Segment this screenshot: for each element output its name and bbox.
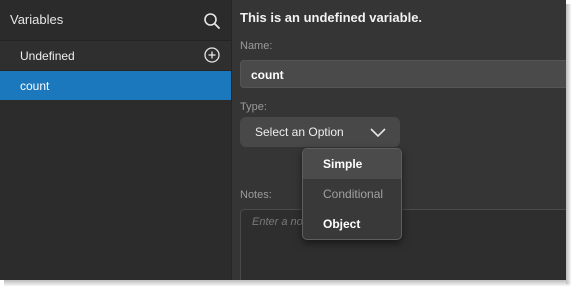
option-label: Object <box>323 217 361 231</box>
option-object[interactable]: Object <box>303 209 401 239</box>
search-icon[interactable] <box>203 12 221 30</box>
sidebar-item-label: Undefined <box>20 49 75 63</box>
variables-window: Variables Undefined count This is an und… <box>0 0 566 280</box>
name-label: Name: <box>240 40 273 52</box>
variable-detail-panel: This is an undefined variable. Name: cou… <box>232 0 566 280</box>
page-title: This is an undefined variable. <box>240 10 423 25</box>
sidebar-title: Variables <box>10 12 64 27</box>
option-label: Conditional <box>323 187 384 201</box>
name-field[interactable]: count <box>240 60 566 88</box>
sidebar-header: Variables <box>0 0 231 41</box>
notes-placeholder: Enter a no <box>252 216 303 228</box>
type-select-value: Select an Option <box>255 125 344 139</box>
edge-shadow-right <box>566 4 571 284</box>
type-select[interactable]: Select an Option <box>240 117 400 147</box>
notes-textarea[interactable]: Enter a no <box>240 209 566 280</box>
add-circle-icon[interactable] <box>204 47 220 63</box>
sidebar-item-count[interactable]: count <box>0 71 231 100</box>
edge-shadow-bottom <box>4 280 570 286</box>
sidebar-item-label: count <box>20 79 50 93</box>
notes-label: Notes: <box>240 189 272 201</box>
option-conditional: Conditional <box>303 179 401 209</box>
type-dropdown-menu: Simple Conditional Object <box>302 148 402 240</box>
sidebar-item-undefined[interactable]: Undefined <box>0 41 231 71</box>
variables-sidebar: Variables Undefined count <box>0 0 232 280</box>
type-label: Type: <box>240 101 267 113</box>
option-simple[interactable]: Simple <box>303 149 401 179</box>
option-label: Simple <box>323 157 363 171</box>
chevron-down-icon <box>370 126 386 138</box>
